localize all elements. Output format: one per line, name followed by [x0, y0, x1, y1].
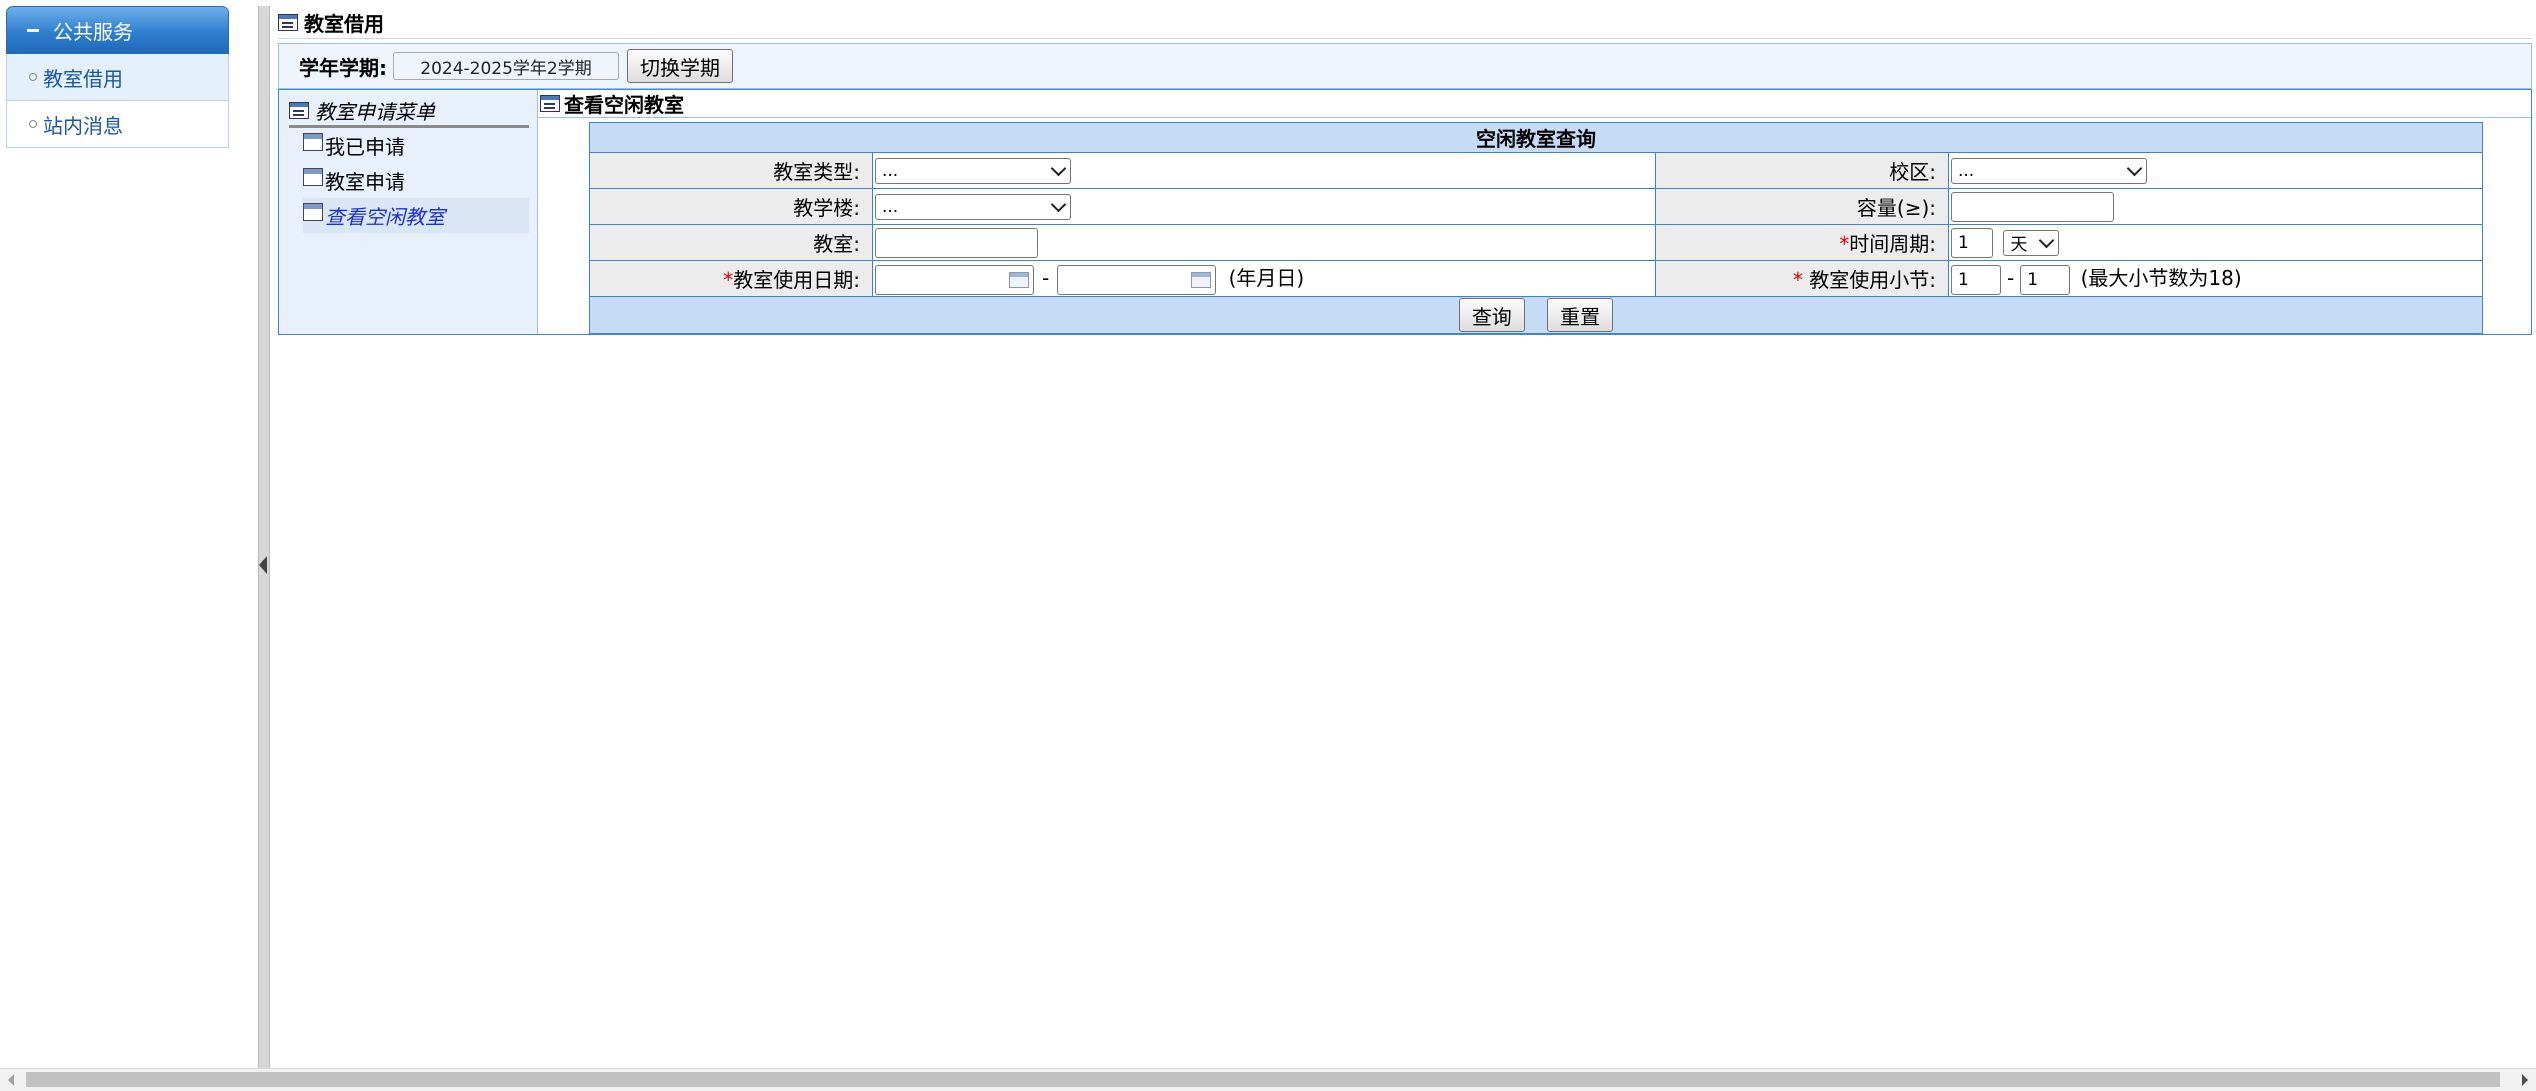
query-button[interactable]: 查询 — [1458, 298, 1525, 332]
page-icon — [303, 132, 323, 151]
date-from-input[interactable] — [875, 264, 1034, 295]
section-separator: - — [2007, 266, 2015, 291]
menu-item-label: 查看空闲教室 — [325, 205, 445, 229]
panel-splitter[interactable] — [258, 6, 270, 1068]
time-period-label: *时间周期: — [1655, 224, 1949, 261]
term-label: 学年学期: — [299, 55, 387, 80]
page-icon — [303, 202, 323, 221]
bullet-icon — [29, 120, 37, 128]
time-period-unit-value: 天 — [2010, 235, 2028, 255]
free-classroom-query-form: 空闲教室查询 教室类型: ... 校区: ... 教学楼: ... 容量(≥):… — [589, 122, 2483, 334]
switch-term-button[interactable]: 切换学期 — [627, 49, 733, 83]
section-from-input[interactable]: 1 — [1951, 264, 2001, 295]
panel-title: 查看空闲教室 — [564, 93, 684, 117]
form-header: 空闲教室查询 — [589, 122, 2483, 153]
time-period-input[interactable]: 1 — [1951, 227, 1993, 258]
chevron-down-icon — [2039, 232, 2055, 248]
chevron-down-icon — [1050, 196, 1067, 213]
room-type-label: 教室类型: — [589, 152, 873, 189]
nav-header-label: 公共服务 — [53, 19, 133, 44]
content-area: 教室申请菜单 我已申请 教室申请 查看空闲教室 查看空闲教室 空闲教室查询 教室… — [278, 89, 2532, 335]
collapse-icon — [27, 28, 39, 32]
scroll-right-icon[interactable] — [2522, 1074, 2528, 1086]
nav-item-classroom-borrow[interactable]: 教室借用 — [6, 54, 229, 101]
room-type-value: ... — [882, 160, 899, 181]
main-area: 教室借用 学年学期: 2024-2025学年2学期 切换学期 教室申请菜单 我已… — [278, 0, 2532, 335]
date-hint: (年月日) — [1228, 266, 1305, 291]
date-label-text: 教室使用日期: — [733, 268, 860, 292]
classroom-input[interactable] — [875, 227, 1038, 258]
scroll-left-icon[interactable] — [8, 1074, 14, 1086]
time-period-cell: 1 天 — [1948, 224, 2483, 261]
capacity-label-text: 容量(≥): — [1856, 196, 1936, 220]
date-separator: - — [1042, 266, 1050, 291]
campus-label-text: 校区: — [1889, 160, 1936, 184]
menu-title-label: 教室申请菜单 — [315, 99, 435, 124]
bullet-icon — [29, 73, 37, 81]
campus-label: 校区: — [1655, 152, 1949, 189]
section-hint: (最大小节数为18) — [2080, 266, 2242, 291]
page-icon — [303, 167, 323, 186]
page-title: 教室借用 — [304, 11, 384, 36]
free-classroom-panel: 查看空闲教室 空闲教室查询 教室类型: ... 校区: ... 教学楼: ...… — [538, 90, 2531, 334]
window-icon — [289, 101, 309, 119]
date-cell: - (年月日) — [872, 260, 1656, 297]
required-mark: * — [1792, 268, 1803, 292]
window-icon — [278, 13, 298, 31]
section-cell: 1-1 (最大小节数为18) — [1948, 260, 2483, 297]
date-to-input[interactable] — [1057, 264, 1217, 295]
reset-button[interactable]: 重置 — [1547, 298, 1614, 332]
calendar-icon[interactable] — [1009, 271, 1029, 288]
building-cell: ... — [872, 188, 1656, 225]
menu-item-my-applications[interactable]: 我已申请 — [303, 128, 529, 163]
collapse-left-icon[interactable] — [259, 556, 267, 574]
chevron-down-icon — [2126, 160, 2143, 177]
nav-header-public-services[interactable]: 公共服务 — [6, 6, 229, 54]
section-label-text: 教室使用小节: — [1802, 268, 1936, 292]
panel-title-bar: 查看空闲教室 — [538, 90, 2531, 118]
time-period-label-text: 时间周期: — [1849, 232, 1936, 256]
section-to-input[interactable]: 1 — [2020, 264, 2071, 295]
nav-item-site-messages[interactable]: 站内消息 — [6, 101, 229, 148]
room-type-label-text: 教室类型: — [773, 160, 860, 184]
date-label: *教室使用日期: — [589, 260, 873, 297]
horizontal-scrollbar[interactable] — [0, 1068, 2536, 1091]
capacity-cell — [1948, 188, 2483, 225]
room-type-cell: ... — [872, 152, 1656, 189]
left-nav: 公共服务 教室借用 站内消息 — [6, 6, 229, 148]
menu-title: 教室申请菜单 — [289, 95, 529, 128]
form-actions: 查询 重置 — [589, 296, 2483, 334]
nav-item-label: 教室借用 — [43, 66, 123, 91]
section-label: * 教室使用小节: — [1655, 260, 1949, 297]
nav-item-label: 站内消息 — [43, 113, 123, 138]
term-bar: 学年学期: 2024-2025学年2学期 切换学期 — [278, 43, 2532, 89]
room-type-select[interactable]: ... — [875, 157, 1071, 184]
window-icon — [540, 95, 560, 112]
term-field[interactable]: 2024-2025学年2学期 — [393, 52, 619, 80]
classroom-label-text: 教室: — [813, 232, 860, 256]
building-label: 教学楼: — [589, 188, 873, 225]
building-value: ... — [882, 196, 899, 217]
menu-item-classroom-apply[interactable]: 教室申请 — [303, 163, 529, 198]
capacity-input[interactable] — [1951, 191, 2114, 222]
apply-menu-panel: 教室申请菜单 我已申请 教室申请 查看空闲教室 — [279, 90, 538, 334]
page-title-bar: 教室借用 — [278, 6, 2532, 39]
campus-value: ... — [1958, 160, 1975, 181]
chevron-down-icon — [1050, 160, 1067, 177]
classroom-cell — [872, 224, 1656, 261]
menu-item-free-classrooms[interactable]: 查看空闲教室 — [303, 198, 529, 233]
campus-select[interactable]: ... — [1951, 157, 2147, 184]
classroom-label: 教室: — [589, 224, 873, 261]
menu-item-label: 教室申请 — [325, 170, 405, 194]
campus-cell: ... — [1948, 152, 2483, 189]
menu-item-label: 我已申请 — [325, 135, 405, 159]
scrollbar-thumb[interactable] — [26, 1072, 2500, 1087]
building-label-text: 教学楼: — [793, 196, 860, 220]
building-select[interactable]: ... — [875, 193, 1071, 220]
capacity-label: 容量(≥): — [1655, 188, 1949, 225]
time-period-unit-select[interactable]: 天 — [2003, 229, 2060, 256]
required-mark: * — [723, 268, 734, 292]
calendar-icon[interactable] — [1191, 271, 1212, 288]
required-mark: * — [1839, 232, 1850, 256]
